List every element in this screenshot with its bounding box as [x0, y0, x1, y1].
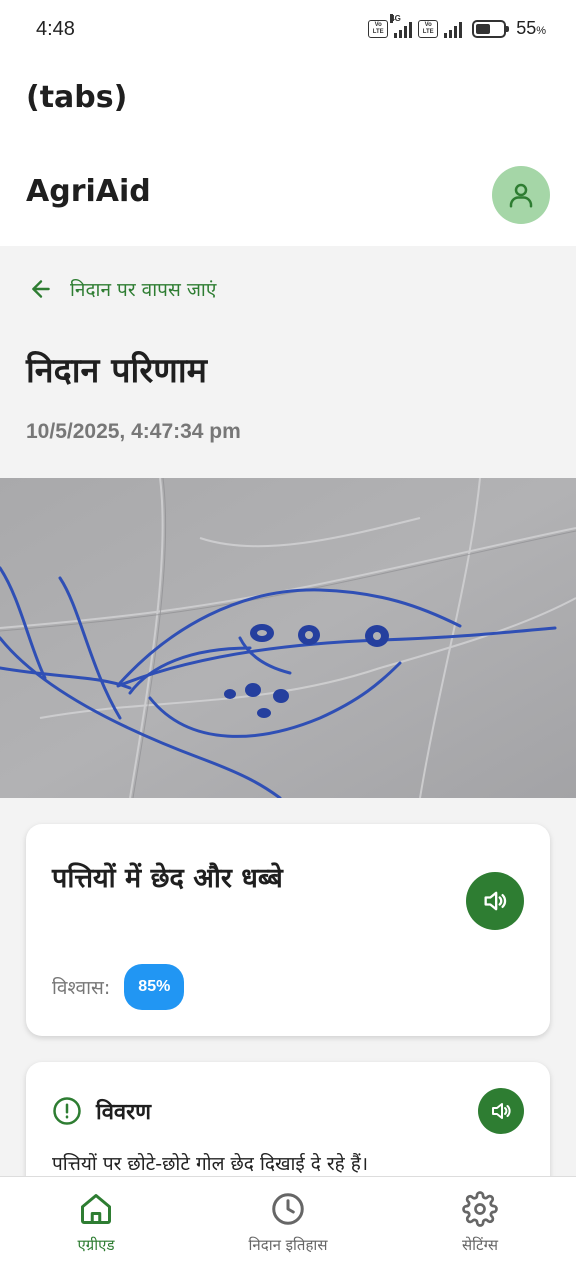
back-to-diagnosis-link[interactable]: निदान पर वापस जाएं [28, 276, 216, 302]
app-header: AgriAid [0, 140, 576, 246]
nav-item-home[interactable]: एग्रीएड [0, 1177, 192, 1280]
arrow-left-icon [32, 280, 50, 298]
tabs-title: (tabs) [26, 80, 128, 115]
status-bar: 4:48 Vo LTE 4G Vo LTE 55% [0, 0, 576, 60]
battery-icon [472, 19, 510, 38]
leaf-drawing-photo [0, 478, 576, 798]
home-icon [81, 1194, 111, 1224]
diagnosis-photo [0, 478, 576, 798]
speak-result-button[interactable] [466, 872, 524, 930]
app-title: AgriAid [26, 174, 151, 209]
volte-icon-2: Vo LTE [418, 19, 439, 38]
back-link-label: निदान पर वापस जाएं [70, 279, 217, 301]
volte-icon: Vo LTE [368, 19, 389, 38]
profile-avatar-button[interactable] [492, 166, 550, 224]
speak-description-button[interactable] [478, 1088, 524, 1134]
user-icon [509, 183, 533, 208]
network-type-label: 4G [390, 13, 401, 23]
diagnosis-timestamp: 10/5/2025, 4:47:34 pm [26, 420, 241, 443]
status-time: 4:48 [36, 18, 75, 40]
settings-gear-icon [462, 1191, 498, 1227]
nav-label-settings: सेटिंग्स [462, 1236, 498, 1254]
status-indicators: Vo LTE 4G Vo LTE 55% [368, 13, 546, 39]
description-title: विवरण [96, 1100, 152, 1125]
disease-name: पत्तियों में छेद और धब्बे [52, 863, 283, 894]
speaker-icon [492, 1103, 511, 1119]
battery-fill [476, 23, 491, 34]
signal-4g-icon: 4G [390, 13, 413, 38]
tabs-header: (tabs) [0, 60, 576, 140]
confidence-badge: 85% [124, 964, 185, 1010]
alert-circle-icon [53, 1097, 81, 1125]
nav-label-history: निदान इतिहास [248, 1236, 328, 1254]
nav-item-history[interactable]: निदान इतिहास [192, 1177, 384, 1280]
history-clock-icon [272, 1193, 304, 1225]
bottom-navigation: एग्रीएड निदान इतिहास सेटिंग्स [0, 1176, 576, 1280]
signal-icon [444, 20, 463, 38]
confidence-row: विश्वास: 85% [52, 964, 185, 1010]
speaker-icon [484, 891, 507, 911]
confidence-label: विश्वास: [52, 977, 111, 999]
nav-item-settings[interactable]: सेटिंग्स [384, 1177, 576, 1280]
page-title: निदान परिणाम [26, 351, 207, 391]
nav-label-home: एग्रीएड [77, 1236, 115, 1254]
battery-percent: 55% [516, 18, 546, 38]
description-text: पत्तियों पर छोटे-छोटे गोल छेद दिखाई दे र… [52, 1153, 369, 1175]
diagnosis-result-card: पत्तियों में छेद और धब्बे विश्वास: 85% [26, 824, 550, 1036]
description-header: विवरण [52, 1096, 151, 1126]
